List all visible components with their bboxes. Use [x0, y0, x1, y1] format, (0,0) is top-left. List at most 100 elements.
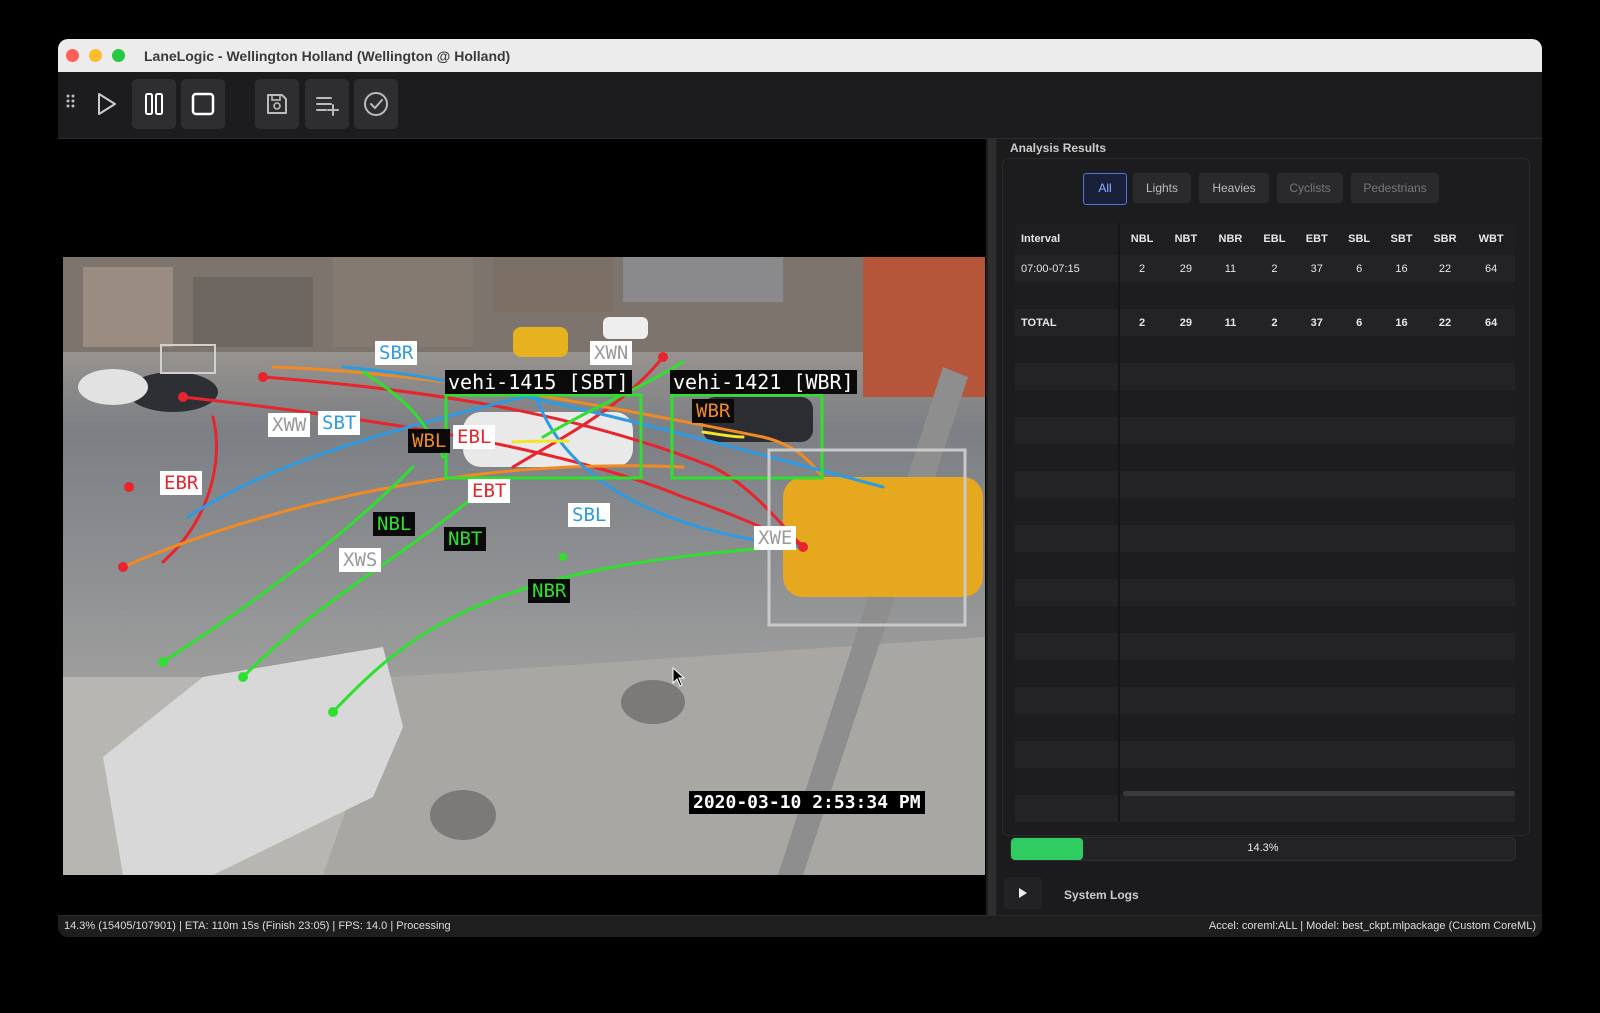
- count-cell: 2: [1253, 255, 1296, 282]
- empty-cell: [1422, 417, 1468, 444]
- table-header-row: Interval NBL NBT NBR EBL EBT SBL SBT SBR…: [1015, 223, 1515, 255]
- tab-all[interactable]: All: [1083, 173, 1127, 205]
- play-button[interactable]: [84, 79, 128, 129]
- count-cell: 16: [1380, 309, 1423, 336]
- empty-cell: [1467, 444, 1515, 471]
- empty-cell: [1337, 471, 1381, 498]
- system-logs-label[interactable]: System Logs: [1064, 888, 1139, 902]
- table-row[interactable]: 07:00-07:15 2 29 11 2 37 6 16 22 64: [1015, 255, 1515, 282]
- column-header[interactable]: SBT: [1380, 223, 1423, 255]
- empty-cell: [1015, 579, 1120, 606]
- empty-row: [1015, 687, 1515, 714]
- empty-cell: [1015, 498, 1120, 525]
- empty-cell: [1015, 363, 1120, 390]
- empty-cell: [1295, 390, 1338, 417]
- pause-button[interactable]: [132, 79, 176, 129]
- empty-cell: [1295, 471, 1338, 498]
- tab-cyclists[interactable]: Cyclists: [1277, 173, 1343, 203]
- results-box: All Lights Heavies Cyclists Pedestrians …: [1002, 158, 1530, 836]
- count-cell: 64: [1467, 255, 1515, 282]
- count-cell: 37: [1295, 255, 1338, 282]
- stop-button[interactable]: [181, 79, 225, 129]
- split-divider[interactable]: [988, 139, 996, 915]
- empty-cell: [1337, 390, 1381, 417]
- empty-cell: [1337, 633, 1381, 660]
- empty-cell: [1015, 795, 1120, 822]
- video-frame[interactable]: vehi-1415 [SBT] vehi-1421 [WBR] SBR XWN …: [63, 257, 985, 875]
- movement-label-sbl: SBL: [568, 503, 611, 527]
- empty-cell: [1015, 660, 1120, 687]
- empty-cell: [1164, 552, 1208, 579]
- add-to-queue-button[interactable]: [305, 79, 349, 129]
- total-row[interactable]: TOTAL 2 29 11 2 37 6 16 22 64: [1015, 309, 1515, 336]
- logs-toggle-button[interactable]: [1004, 877, 1042, 909]
- building: [623, 257, 783, 302]
- drag-handle-icon[interactable]: [66, 94, 76, 108]
- empty-cell: [1253, 660, 1296, 687]
- empty-cell: [1164, 633, 1208, 660]
- column-header[interactable]: EBL: [1253, 223, 1296, 255]
- empty-cell: [1207, 498, 1254, 525]
- empty-cell: [1337, 606, 1381, 633]
- empty-cell: [1295, 633, 1338, 660]
- empty-cell: [1337, 498, 1381, 525]
- empty-cell: [1015, 606, 1120, 633]
- window-title: LaneLogic - Wellington Holland (Wellingt…: [144, 48, 511, 64]
- building: [493, 257, 613, 312]
- save-button[interactable]: [255, 79, 299, 129]
- playlist-add-icon: [316, 97, 339, 116]
- movement-label-wbl: WBL: [408, 429, 451, 453]
- play-icon: [98, 93, 116, 115]
- empty-cell: [1119, 741, 1165, 768]
- empty-cell: [1467, 390, 1515, 417]
- column-header[interactable]: EBT: [1295, 223, 1338, 255]
- empty-cell: [1253, 363, 1296, 390]
- empty-cell: [1253, 795, 1296, 822]
- zoom-window-button[interactable]: [112, 49, 125, 62]
- empty-cell: [1380, 498, 1423, 525]
- tab-lights[interactable]: Lights: [1133, 173, 1191, 203]
- empty-cell: [1207, 336, 1254, 363]
- track-endpoint: [158, 657, 168, 667]
- column-header[interactable]: Interval: [1015, 223, 1120, 255]
- empty-cell: [1422, 606, 1468, 633]
- empty-cell: [1164, 471, 1208, 498]
- empty-cell: [1253, 525, 1296, 552]
- column-header[interactable]: WBT: [1467, 223, 1515, 255]
- empty-cell: [1467, 363, 1515, 390]
- column-header[interactable]: SBR: [1422, 223, 1468, 255]
- detection-label: vehi-1415 [SBT]: [445, 370, 632, 394]
- stop-icon: [191, 92, 215, 116]
- movement-label-xww: XWW: [268, 413, 311, 437]
- empty-cell: [1337, 660, 1381, 687]
- tab-heavies[interactable]: Heavies: [1199, 173, 1269, 203]
- count-cell: [1119, 282, 1165, 309]
- empty-cell: [1253, 687, 1296, 714]
- empty-cell: [1467, 336, 1515, 363]
- empty-cell: [1337, 525, 1381, 552]
- validate-button[interactable]: [354, 79, 398, 129]
- empty-cell: [1422, 552, 1468, 579]
- table-row[interactable]: [1015, 282, 1515, 309]
- tab-pedestrians[interactable]: Pedestrians: [1351, 173, 1439, 203]
- empty-cell: [1337, 714, 1381, 741]
- empty-row: [1015, 417, 1515, 444]
- table-body: 07:00-07:15 2 29 11 2 37 6 16 22 64 TOTAL 2 29 11 2 37 6…: [1015, 255, 1515, 822]
- count-cell: 2: [1119, 255, 1165, 282]
- empty-cell: [1422, 390, 1468, 417]
- track-endpoint: [178, 392, 188, 402]
- empty-cell: [1422, 714, 1468, 741]
- empty-cell: [1467, 633, 1515, 660]
- horizontal-scrollbar[interactable]: [1123, 791, 1515, 796]
- column-header[interactable]: SBL: [1337, 223, 1381, 255]
- column-header[interactable]: NBL: [1119, 223, 1165, 255]
- empty-cell: [1467, 795, 1515, 822]
- column-header[interactable]: NBT: [1164, 223, 1208, 255]
- empty-cell: [1119, 444, 1165, 471]
- minimize-window-button[interactable]: [89, 49, 102, 62]
- close-window-button[interactable]: [66, 49, 79, 62]
- empty-cell: [1253, 390, 1296, 417]
- empty-cell: [1207, 444, 1254, 471]
- empty-row: [1015, 741, 1515, 768]
- column-header[interactable]: NBR: [1207, 223, 1254, 255]
